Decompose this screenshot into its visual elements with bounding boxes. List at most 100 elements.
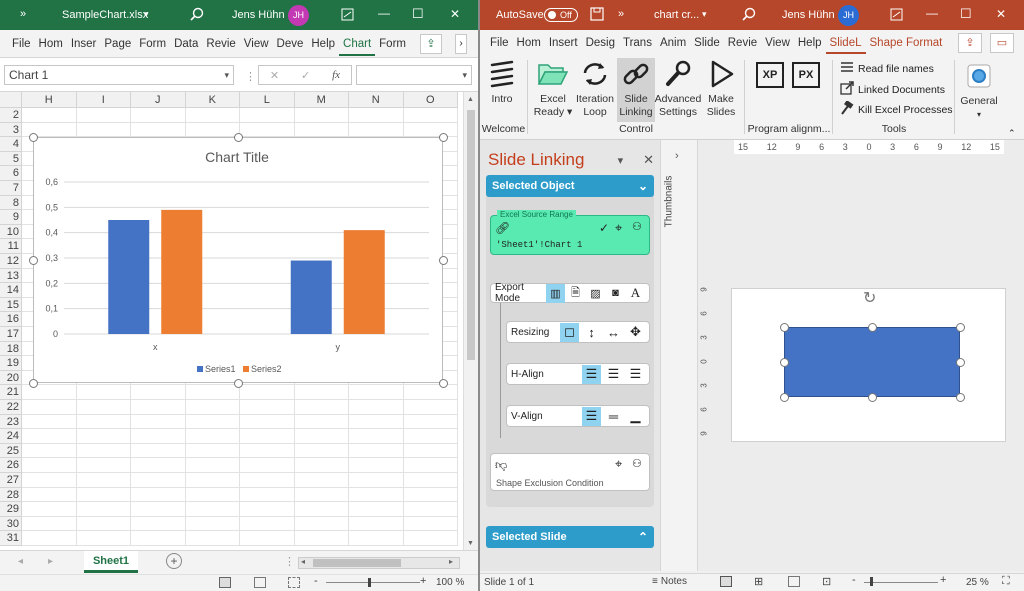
resize-handle[interactable]	[955, 357, 965, 367]
linked-documents-button[interactable]: Linked Documents	[840, 81, 945, 98]
row-header[interactable]: 8	[0, 195, 22, 211]
resize-handle[interactable]	[28, 255, 38, 265]
chart-object[interactable]: Chart Title 0 0,1 0,2 0,3 0,4 0,5 0,6 x y Series1…	[33, 137, 443, 383]
read-file-names-button[interactable]: Read file names	[840, 61, 934, 76]
row-header[interactable]: 4	[0, 137, 22, 152]
row-header[interactable]: 28	[0, 487, 22, 503]
bar-series2-y[interactable]	[343, 230, 385, 334]
row-header[interactable]: 3	[0, 122, 22, 138]
thumbs-down-icon[interactable]: 👎︎	[495, 458, 507, 473]
scroll-right-icon[interactable]: ▸	[449, 557, 453, 566]
row-header[interactable]: 26	[0, 458, 22, 473]
resize-handle[interactable]	[779, 322, 789, 332]
collapse-ribbon-icon[interactable]: ⌃	[1008, 128, 1016, 139]
avatar[interactable]: JH	[288, 5, 309, 26]
legend-entry[interactable]: Series1	[205, 364, 236, 374]
row-header[interactable]: 2	[0, 108, 22, 123]
advanced-settings-button[interactable]: Advanced Settings	[654, 58, 702, 119]
rotate-handle-icon[interactable]: ↻	[863, 288, 876, 308]
maximize-button[interactable]: ☐	[960, 6, 972, 22]
align-top-icon[interactable]: ☰	[582, 406, 601, 426]
kill-excel-button[interactable]: Kill Excel Processes	[840, 100, 953, 118]
align-center-icon[interactable]: ☰	[604, 365, 623, 384]
chevron-down-icon[interactable]: ▾	[462, 70, 467, 81]
save-icon[interactable]	[590, 7, 604, 24]
next-sheet-icon[interactable]: ▸	[48, 556, 53, 567]
align-right-icon[interactable]: ☰	[626, 365, 645, 384]
row-header[interactable]: 16	[0, 312, 22, 327]
slide-sorter-icon[interactable]: ⊞	[754, 575, 763, 588]
row-header[interactable]: 10	[0, 224, 22, 240]
tab-form-11[interactable]: Form	[375, 30, 410, 58]
general-button[interactable]: General ▾	[958, 60, 1000, 121]
avatar[interactable]: JH	[838, 5, 859, 26]
tab-chart-10[interactable]: Chart	[339, 32, 376, 56]
row-header[interactable]: 23	[0, 414, 22, 430]
chart-title[interactable]: Chart Title	[205, 149, 269, 165]
resize-handle[interactable]	[955, 322, 965, 332]
tab-deve-8[interactable]: Deve	[273, 30, 308, 58]
column-header[interactable]: N	[349, 92, 404, 108]
maximize-button[interactable]: ☐	[412, 6, 424, 22]
tab-slidel-10[interactable]: SlideL	[825, 32, 866, 54]
column-header[interactable]: L	[240, 92, 295, 108]
legend-entry[interactable]: Series2	[251, 364, 282, 374]
spreadsheet-grid[interactable]: HIJKLMNO 2 3 4 5 6 7 8 9 10 11 12 13 14 15 16 17 18 19 20 2…	[0, 92, 462, 550]
cancel-icon[interactable]: ✕	[270, 69, 279, 82]
shape-exclusion-card[interactable]: 👎︎ ⌖ ⚇ Shape Exclusion Condition	[490, 453, 650, 491]
move-icon[interactable]: ✥	[626, 323, 645, 342]
resize-handle[interactable]	[28, 378, 38, 388]
xp-button[interactable]: XP	[756, 62, 784, 88]
column-header[interactable]: J	[131, 92, 186, 108]
resize-handle[interactable]	[233, 378, 243, 388]
close-button[interactable]: ✕	[996, 7, 1006, 21]
chevron-up-icon[interactable]: ⌃	[638, 530, 648, 544]
tab-anim-5[interactable]: Anim	[656, 30, 690, 56]
resize-horizontal-icon[interactable]: ↔	[604, 323, 623, 342]
function-icon[interactable]: fx	[332, 69, 340, 81]
tab-view-7[interactable]: View	[240, 30, 273, 58]
row-header[interactable]: 30	[0, 516, 22, 532]
tab-desig-3[interactable]: Desig	[582, 30, 619, 56]
binoculars-icon[interactable]: ⚇	[632, 457, 642, 470]
resize-handle[interactable]	[233, 132, 243, 142]
text-mode-icon[interactable]: A	[626, 284, 645, 303]
zoom-in-button[interactable]: +	[940, 574, 946, 586]
align-left-icon[interactable]: ☰	[582, 364, 601, 384]
slide-canvas[interactable]: ↻	[731, 288, 1006, 442]
column-header[interactable]: I	[76, 92, 131, 108]
pane-close-button[interactable]: ✕	[643, 152, 654, 168]
search-icon[interactable]	[742, 7, 756, 24]
resize-handle[interactable]	[867, 392, 877, 402]
tab-slide-6[interactable]: Slide	[690, 30, 724, 56]
check-icon[interactable]: ✓	[301, 69, 310, 82]
filename-dropdown-icon[interactable]: ▾	[702, 9, 707, 20]
ribbon-display-icon[interactable]	[341, 8, 354, 24]
row-header[interactable]: 14	[0, 283, 22, 298]
row-header[interactable]: 12	[0, 254, 22, 269]
row-header[interactable]: 7	[0, 181, 22, 196]
sheet-tab-sheet1[interactable]: Sheet1	[84, 551, 138, 573]
chevron-down-icon[interactable]: ▾	[224, 70, 229, 81]
linked-chart-shape[interactable]	[784, 327, 960, 397]
tab-page-3[interactable]: Page	[100, 30, 135, 58]
formula-input[interactable]: ▾	[356, 65, 472, 85]
zoom-slider-thumb[interactable]	[368, 578, 371, 587]
row-header[interactable]: 18	[0, 341, 22, 357]
resize-handle[interactable]	[438, 132, 448, 142]
bar-series1-y[interactable]	[290, 260, 332, 334]
row-header[interactable]: 21	[0, 385, 22, 400]
crosshair-icon[interactable]: ⌖	[615, 220, 622, 236]
row-header[interactable]: 17	[0, 327, 22, 342]
pane-options-icon[interactable]: ▾	[618, 154, 624, 167]
reading-view-icon[interactable]	[788, 576, 800, 587]
camera-mode-icon[interactable]: ◙	[606, 284, 625, 303]
binoculars-icon[interactable]: ⚇	[632, 220, 642, 233]
expand-thumbnails-icon[interactable]: ›	[675, 150, 679, 162]
tab-hom-1[interactable]: Hom	[35, 30, 67, 58]
row-header[interactable]: 15	[0, 297, 22, 313]
row-header[interactable]: 13	[0, 268, 22, 284]
scroll-up-icon[interactable]: ▲	[467, 96, 474, 103]
resize-handle[interactable]	[867, 322, 877, 332]
scroll-thumb[interactable]	[313, 559, 401, 567]
